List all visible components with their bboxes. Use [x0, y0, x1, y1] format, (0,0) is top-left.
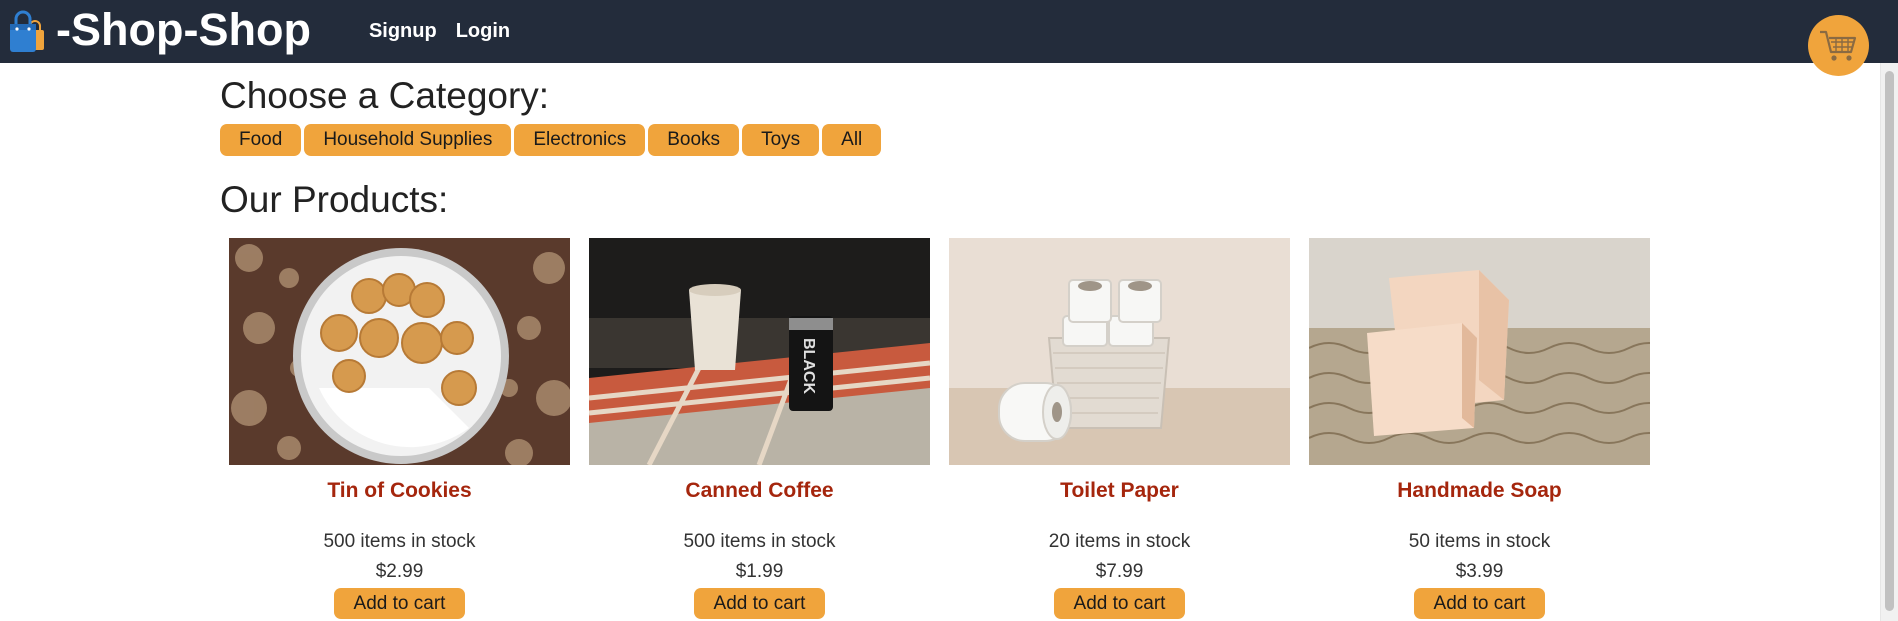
product-stock: 20 items in stock: [1048, 531, 1191, 552]
product-list: Tin of Cookies 500 items in stock $2.99 …: [229, 238, 1669, 619]
product-name-link[interactable]: Handmade Soap: [1309, 479, 1650, 503]
vertical-scrollbar[interactable]: [1880, 63, 1898, 621]
product-card: BLACK Canned Coffee 500 items in stock $…: [589, 238, 930, 619]
login-link[interactable]: Login: [456, 20, 510, 43]
product-stock: 50 items in stock: [1408, 531, 1551, 552]
product-price: $7.99: [1095, 561, 1144, 582]
scrollbar-thumb[interactable]: [1885, 71, 1894, 611]
product-image[interactable]: [1309, 238, 1650, 465]
category-books-button[interactable]: Books: [648, 124, 740, 156]
category-heading: Choose a Category:: [220, 75, 550, 116]
product-image[interactable]: BLACK: [589, 238, 930, 465]
brand-title: -Shop-Shop: [56, 3, 311, 55]
add-to-cart-button[interactable]: Add to cart: [694, 588, 825, 619]
product-stock: 500 items in stock: [323, 531, 476, 552]
product-image[interactable]: [229, 238, 570, 465]
category-toys-button[interactable]: Toys: [742, 124, 820, 156]
signup-link[interactable]: Signup: [369, 20, 437, 43]
nav-links: Signup Login: [369, 20, 529, 43]
product-card: Tin of Cookies 500 items in stock $2.99 …: [229, 238, 570, 619]
navbar: -Shop-Shop Signup Login: [0, 0, 1898, 63]
category-electronics-button[interactable]: Electronics: [514, 124, 646, 156]
product-price: $1.99: [735, 561, 784, 582]
product-name-link[interactable]: Toilet Paper: [949, 479, 1290, 503]
shopping-cart-icon: [1819, 30, 1856, 61]
add-to-cart-button[interactable]: Add to cart: [1054, 588, 1185, 619]
shopping-bags-icon: [10, 10, 44, 52]
brand[interactable]: -Shop-Shop: [4, 0, 311, 63]
product-card: Handmade Soap 50 items in stock $3.99 Ad…: [1309, 238, 1650, 619]
svg-text:BLACK: BLACK: [800, 338, 817, 394]
cart-button[interactable]: [1808, 15, 1869, 76]
product-name-link[interactable]: Tin of Cookies: [229, 479, 570, 503]
category-household-supplies-button[interactable]: Household Supplies: [304, 124, 512, 156]
add-to-cart-button[interactable]: Add to cart: [334, 588, 465, 619]
product-price: $2.99: [375, 561, 424, 582]
product-image[interactable]: [949, 238, 1290, 465]
product-price: $3.99: [1455, 561, 1504, 582]
category-food-button[interactable]: Food: [220, 124, 302, 156]
category-list: Food Household Supplies Electronics Book…: [220, 124, 884, 156]
product-stock: 500 items in stock: [683, 531, 836, 552]
category-all-button[interactable]: All: [822, 124, 882, 156]
add-to-cart-button[interactable]: Add to cart: [1414, 588, 1545, 619]
product-card: Toilet Paper 20 items in stock $7.99 Add…: [949, 238, 1290, 619]
products-heading: Our Products:: [220, 179, 449, 220]
product-name-link[interactable]: Canned Coffee: [589, 479, 930, 503]
